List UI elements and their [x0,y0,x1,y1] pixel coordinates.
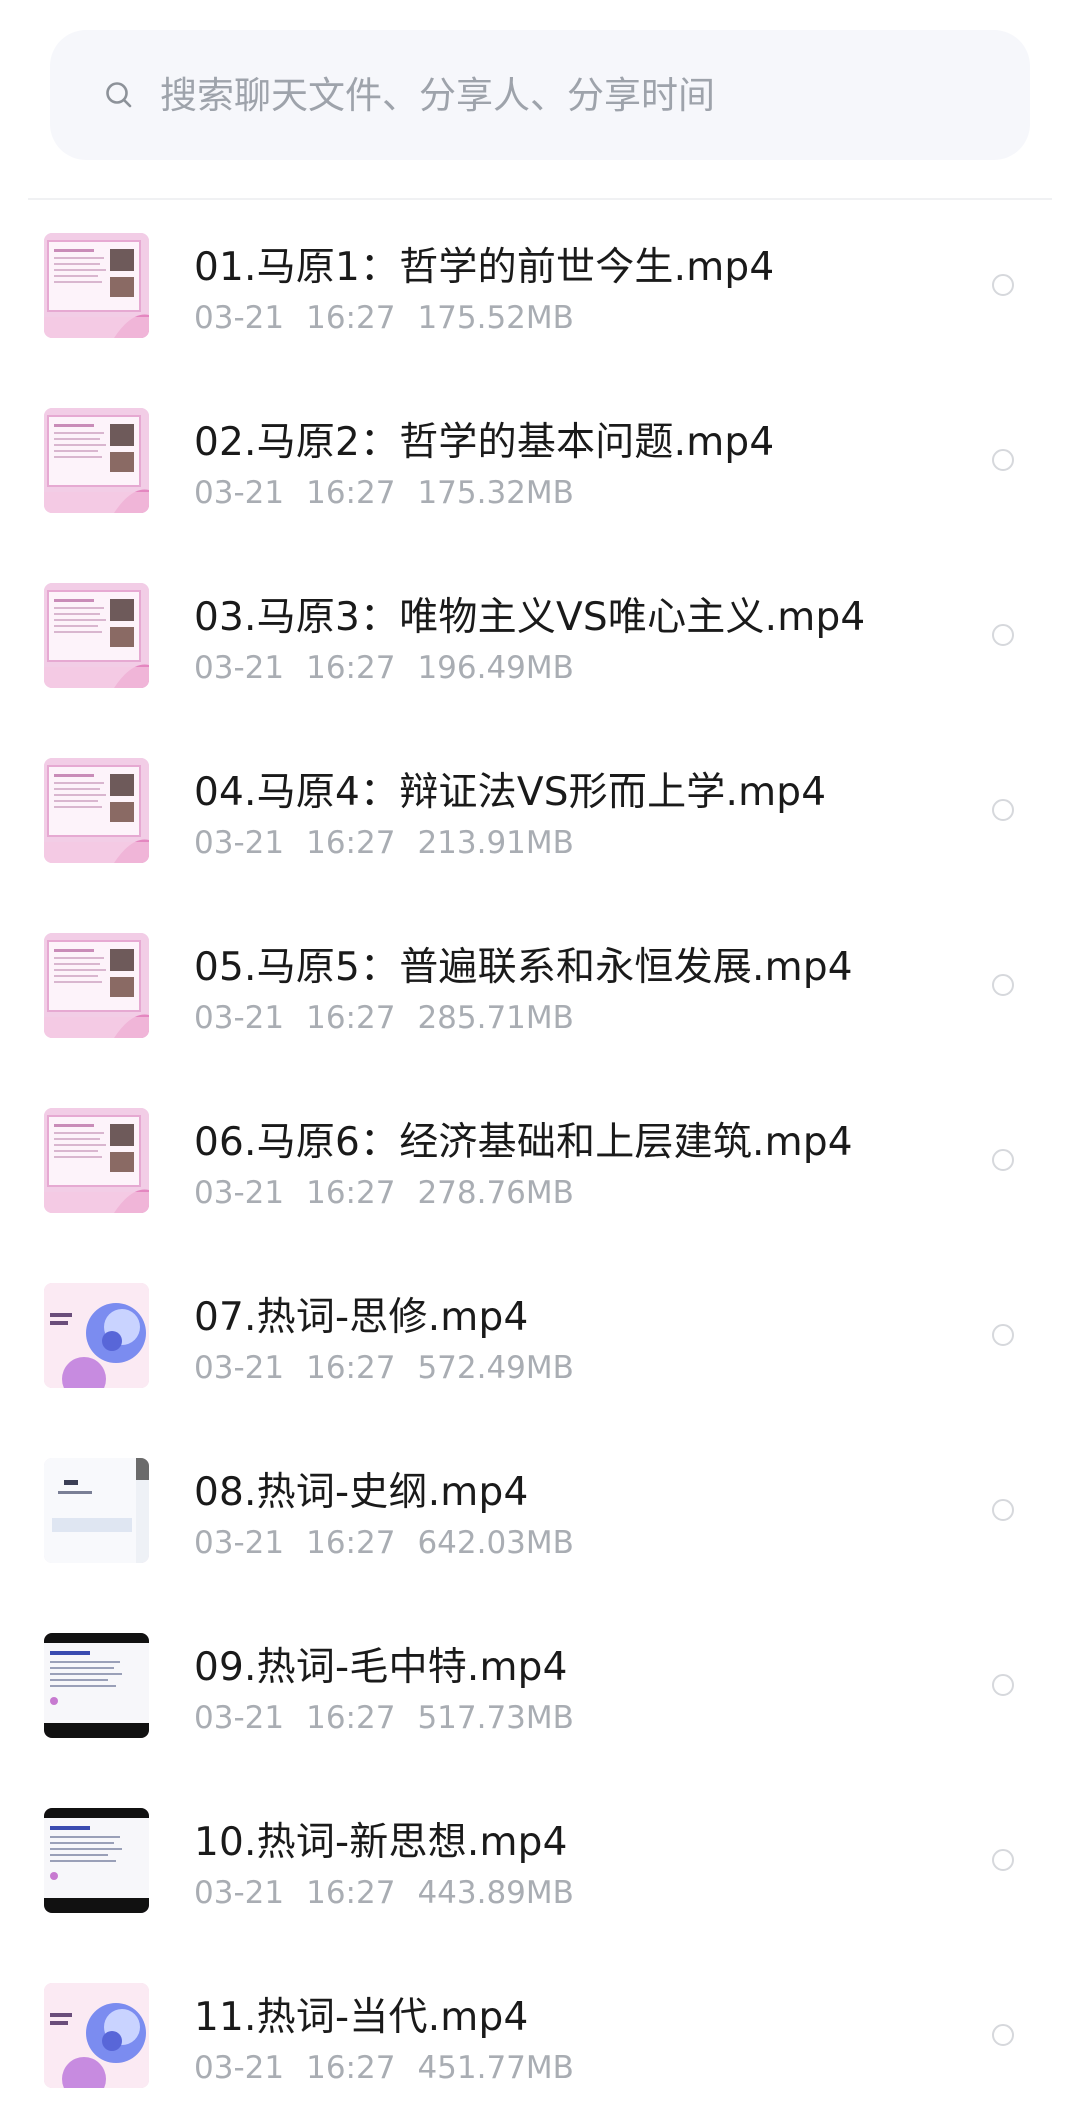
file-size: 572.49MB [417,1350,574,1386]
file-size: 196.49MB [417,650,574,686]
video-thumbnail [44,408,149,513]
file-meta: 03-21 16:27 285.71MB [194,1000,596,1036]
file-row[interactable]: 02.马原2：哲学的基本问题.mp4 03-21 16:27 175.32MB [0,375,1080,550]
select-radio[interactable] [992,1674,1014,1696]
file-name: 07.热词-思修.mp4 [194,1295,529,1340]
file-date: 03-21 [194,650,285,686]
file-list: 01.马原1：哲学的前世今生.mp4 03-21 16:27 175.52MB 02.马… [0,200,1080,2125]
video-thumbnail [44,1108,149,1213]
file-row[interactable]: 01.马原1：哲学的前世今生.mp4 03-21 16:27 175.52MB [0,200,1080,375]
file-time: 16:27 [306,475,396,511]
file-name: 01.马原1：哲学的前世今生.mp4 [194,245,775,290]
video-thumbnail [44,233,149,338]
file-name: 10.热词-新思想.mp4 [194,1820,568,1865]
file-date: 03-21 [194,475,285,511]
file-date: 03-21 [194,2050,285,2086]
file-size: 213.91MB [417,825,574,861]
file-name: 08.热词-史纲.mp4 [194,1470,529,1515]
file-row[interactable]: 09.热词-毛中特.mp4 03-21 16:27 517.73MB [0,1600,1080,1775]
file-meta: 03-21 16:27 517.73MB [194,1700,596,1736]
select-radio[interactable] [992,974,1014,996]
search-bar[interactable] [50,30,1030,160]
file-time: 16:27 [306,1175,396,1211]
file-date: 03-21 [194,300,285,336]
video-thumbnail [44,1983,149,2088]
file-name: 06.马原6：经济基础和上层建筑.mp4 [194,1120,853,1165]
video-thumbnail [44,583,149,688]
select-radio[interactable] [992,1324,1014,1346]
file-time: 16:27 [306,300,396,336]
file-size: 175.52MB [417,300,574,336]
file-row[interactable]: 06.马原6：经济基础和上层建筑.mp4 03-21 16:27 278.76MB [0,1075,1080,1250]
file-date: 03-21 [194,1875,285,1911]
video-thumbnail [44,758,149,863]
file-date: 03-21 [194,1350,285,1386]
file-row[interactable]: 04.马原4：辩证法VS形而上学.mp4 03-21 16:27 213.91MB [0,725,1080,900]
file-meta: 03-21 16:27 642.03MB [194,1525,596,1561]
file-meta: 03-21 16:27 196.49MB [194,650,596,686]
file-meta: 03-21 16:27 443.89MB [194,1875,596,1911]
video-thumbnail [44,1808,149,1913]
file-date: 03-21 [194,1175,285,1211]
select-radio[interactable] [992,274,1014,296]
file-size: 517.73MB [417,1700,574,1736]
video-thumbnail [44,1458,149,1563]
file-meta: 03-21 16:27 175.32MB [194,475,596,511]
file-time: 16:27 [306,1700,396,1736]
file-time: 16:27 [306,2050,396,2086]
video-thumbnail [44,1633,149,1738]
search-input[interactable] [160,65,1030,125]
file-meta: 03-21 16:27 213.91MB [194,825,596,861]
search-icon [106,82,132,108]
file-row[interactable]: 10.热词-新思想.mp4 03-21 16:27 443.89MB [0,1775,1080,1950]
file-time: 16:27 [306,1875,396,1911]
file-time: 16:27 [306,1525,396,1561]
file-row[interactable]: 11.热词-当代.mp4 03-21 16:27 451.77MB [0,1950,1080,2125]
video-thumbnail [44,933,149,1038]
file-name: 05.马原5：普遍联系和永恒发展.mp4 [194,945,853,990]
file-size: 451.77MB [417,2050,574,2086]
file-size: 175.32MB [417,475,574,511]
file-meta: 03-21 16:27 451.77MB [194,2050,596,2086]
file-name: 04.马原4：辩证法VS形而上学.mp4 [194,770,827,815]
file-time: 16:27 [306,650,396,686]
file-time: 16:27 [306,1350,396,1386]
file-time: 16:27 [306,1000,396,1036]
select-radio[interactable] [992,449,1014,471]
file-name: 02.马原2：哲学的基本问题.mp4 [194,420,775,465]
file-size: 642.03MB [417,1525,574,1561]
file-row[interactable]: 07.热词-思修.mp4 03-21 16:27 572.49MB [0,1250,1080,1425]
file-date: 03-21 [194,1000,285,1036]
file-date: 03-21 [194,1700,285,1736]
file-name: 03.马原3：唯物主义VS唯心主义.mp4 [194,595,866,640]
file-meta: 03-21 16:27 572.49MB [194,1350,596,1386]
select-radio[interactable] [992,2024,1014,2046]
select-radio[interactable] [992,799,1014,821]
file-size: 285.71MB [417,1000,574,1036]
file-size: 278.76MB [417,1175,574,1211]
file-row[interactable]: 05.马原5：普遍联系和永恒发展.mp4 03-21 16:27 285.71MB [0,900,1080,1075]
file-name: 09.热词-毛中特.mp4 [194,1645,568,1690]
file-date: 03-21 [194,825,285,861]
select-radio[interactable] [992,624,1014,646]
file-date: 03-21 [194,1525,285,1561]
file-meta: 03-21 16:27 278.76MB [194,1175,596,1211]
file-meta: 03-21 16:27 175.52MB [194,300,596,336]
file-name: 11.热词-当代.mp4 [194,1995,529,2040]
select-radio[interactable] [992,1499,1014,1521]
file-size: 443.89MB [417,1875,574,1911]
video-thumbnail [44,1283,149,1388]
select-radio[interactable] [992,1149,1014,1171]
file-row[interactable]: 03.马原3：唯物主义VS唯心主义.mp4 03-21 16:27 196.49MB [0,550,1080,725]
file-row[interactable]: 08.热词-史纲.mp4 03-21 16:27 642.03MB [0,1425,1080,1600]
file-time: 16:27 [306,825,396,861]
select-radio[interactable] [992,1849,1014,1871]
